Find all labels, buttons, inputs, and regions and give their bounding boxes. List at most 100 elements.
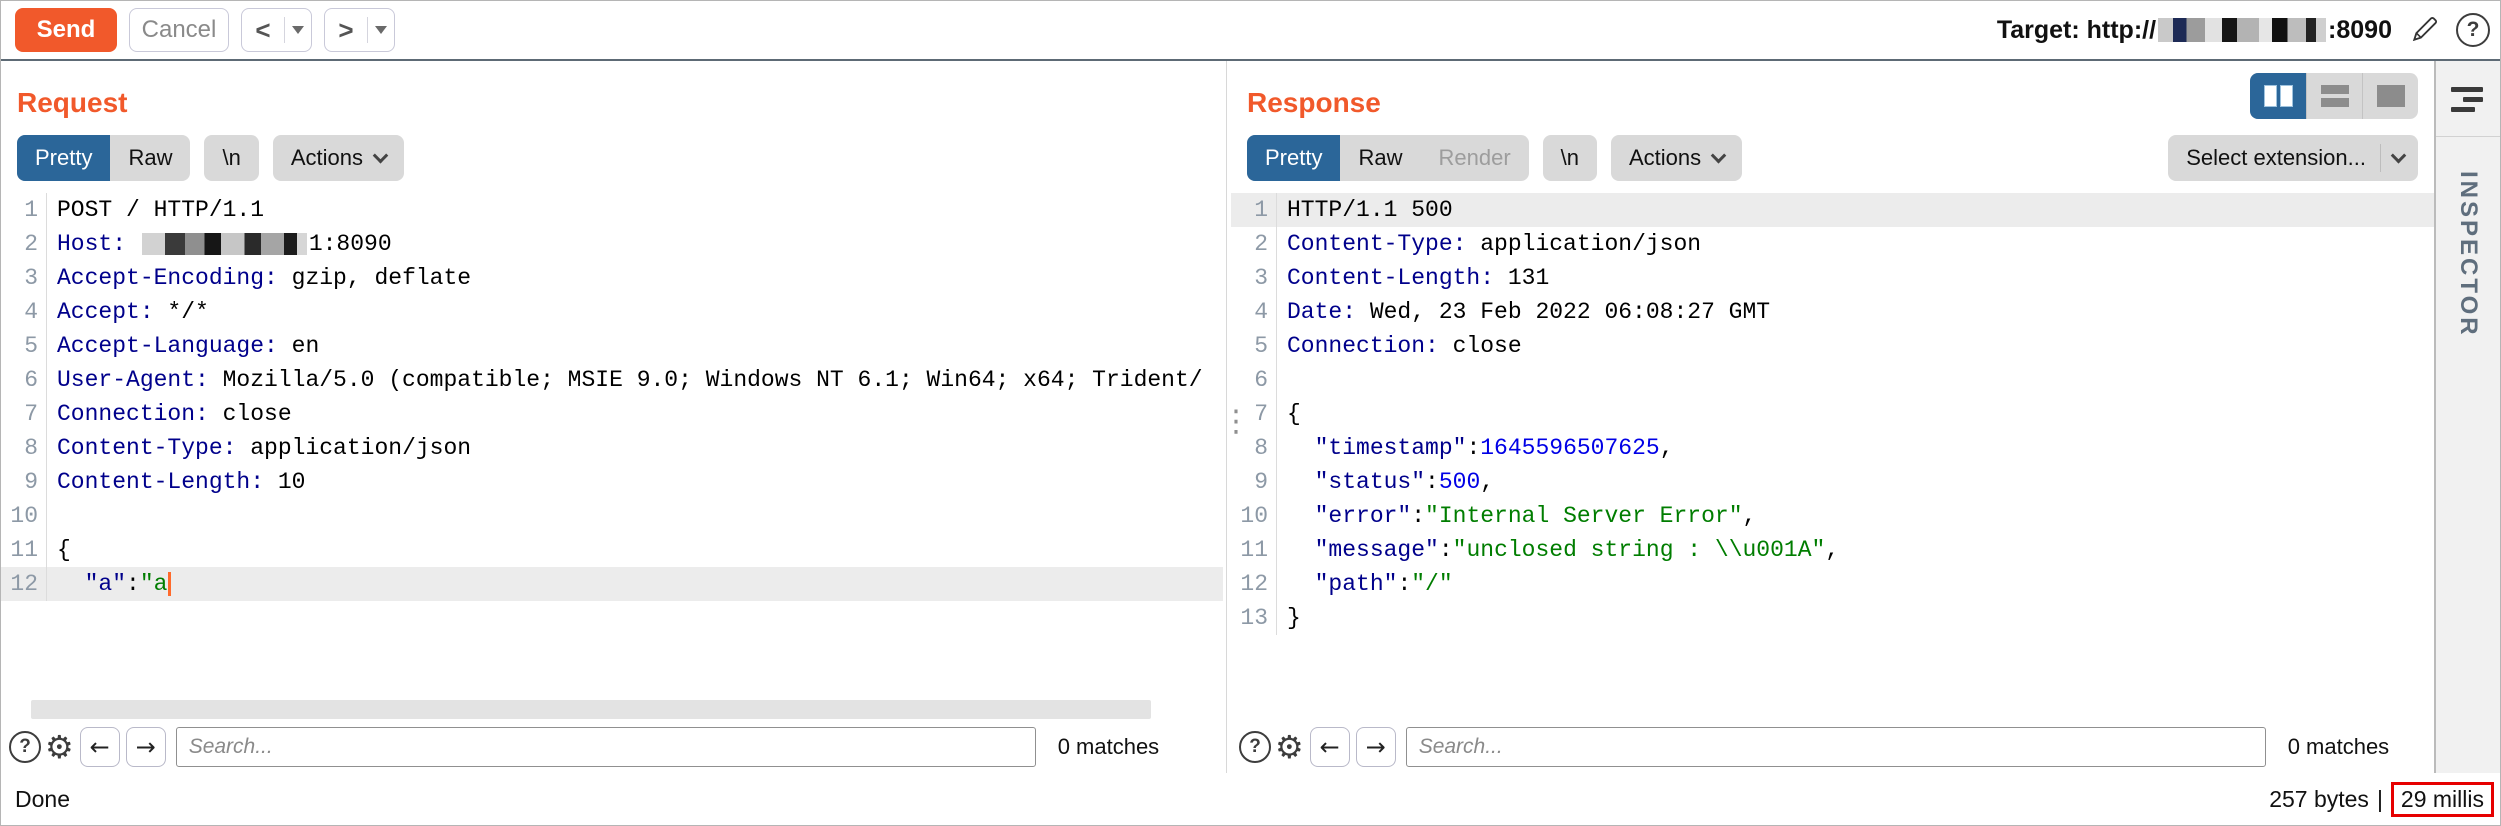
- line-content: POST / HTTP/1.1: [47, 193, 264, 227]
- response-time-annotated: 29 millis: [2391, 782, 2494, 817]
- response-tabs-row: Pretty Raw Render \n Actions Select exte…: [1247, 135, 2418, 181]
- search-next-button[interactable]: →: [126, 727, 166, 767]
- tab-response-raw[interactable]: Raw: [1340, 135, 1420, 181]
- history-back-dropdown-button[interactable]: [285, 9, 311, 51]
- inspector-menu-icon: [2451, 87, 2485, 112]
- line-content: Content-Type: application/json: [47, 431, 471, 465]
- response-editor[interactable]: 1HTTP/1.1 5002Content-Type: application/…: [1231, 193, 2434, 725]
- layout-stacked-button[interactable]: [2306, 73, 2362, 119]
- editor-line: 2Host: 1:8090: [1, 227, 1223, 261]
- editor-line: 6: [1231, 363, 2434, 397]
- response-search-input[interactable]: [1406, 727, 2266, 767]
- send-button[interactable]: Send: [15, 8, 117, 52]
- line-number: 12: [1, 567, 47, 601]
- tab-request-newline[interactable]: \n: [204, 135, 258, 181]
- tab-request-raw[interactable]: Raw: [110, 135, 190, 181]
- history-forward-split-button: >: [324, 8, 395, 52]
- help-icon[interactable]: ?: [2456, 13, 2490, 47]
- chevron-down-icon: [292, 26, 304, 34]
- line-content: "error":"Internal Server Error",: [1277, 499, 1756, 533]
- line-number: 4: [1231, 295, 1277, 329]
- cancel-button[interactable]: Cancel: [129, 8, 229, 52]
- tab-response-pretty[interactable]: Pretty: [1247, 135, 1340, 181]
- response-actions-button[interactable]: Actions: [1611, 135, 1742, 181]
- history-back-button[interactable]: <: [242, 9, 284, 51]
- line-content: [47, 499, 57, 533]
- target-port-label: :8090: [2328, 16, 2392, 45]
- actions-label: Actions: [1629, 145, 1701, 171]
- editor-line: 7Connection: close: [1, 397, 1223, 431]
- editor-line: 10 "error":"Internal Server Error",: [1231, 499, 2434, 533]
- layout-side-by-side-button[interactable]: [2250, 73, 2306, 119]
- request-search-input[interactable]: [176, 727, 1036, 767]
- line-number: 6: [1, 363, 47, 397]
- request-horizontal-scrollbar[interactable]: [31, 700, 1151, 719]
- line-content: "message":"unclosed string : \\u001A",: [1277, 533, 1839, 567]
- line-number: 9: [1, 465, 47, 499]
- line-number: 7: [1, 397, 47, 431]
- line-content: Accept-Encoding: gzip, deflate: [47, 261, 471, 295]
- request-actions-button[interactable]: Actions: [273, 135, 404, 181]
- request-panel: Request Pretty Raw \n Actions 1PO: [1, 61, 1223, 773]
- line-number: 11: [1231, 533, 1277, 567]
- layout-single-button[interactable]: [2362, 73, 2418, 119]
- inspector-tab-label[interactable]: INSPECTOR: [2454, 171, 2482, 338]
- search-settings-gear-icon[interactable]: ⚙: [1275, 731, 1304, 763]
- editor-line: 5Accept-Language: en: [1, 329, 1223, 363]
- line-number: 4: [1, 295, 47, 329]
- line-content: Content-Length: 131: [1277, 261, 1549, 295]
- edit-target-pencil-icon[interactable]: [2410, 12, 2442, 49]
- search-prev-button[interactable]: ←: [80, 727, 120, 767]
- chevron-down-icon: [1711, 147, 1727, 163]
- line-number: 1: [1231, 193, 1277, 227]
- redacted-text: [142, 233, 307, 255]
- editor-line: 6User-Agent: Mozilla/5.0 (compatible; MS…: [1, 363, 1223, 397]
- tab-response-render: Render: [1420, 135, 1528, 181]
- status-text: Done: [15, 786, 70, 813]
- editor-line: 4Date: Wed, 23 Feb 2022 06:08:27 GMT: [1231, 295, 2434, 329]
- search-settings-gear-icon[interactable]: ⚙: [45, 731, 74, 763]
- line-number: 3: [1231, 261, 1277, 295]
- request-view-tab-group: Pretty Raw: [17, 135, 190, 181]
- select-extension-label: Select extension...: [2186, 145, 2366, 171]
- editor-line: 9Content-Length: 10: [1, 465, 1223, 499]
- line-number: 1: [1, 193, 47, 227]
- line-number: 12: [1231, 567, 1277, 601]
- editor-line: 8Content-Type: application/json: [1, 431, 1223, 465]
- response-match-count: 0 matches: [2288, 734, 2390, 760]
- panel-divider: ⋮: [1223, 61, 1231, 773]
- editor-line: 5Connection: close: [1231, 329, 2434, 363]
- response-view-tab-group: Pretty Raw Render: [1247, 135, 1529, 181]
- line-content: Connection: close: [47, 397, 292, 431]
- response-search-row: ? ⚙ ← → 0 matches: [1231, 725, 2434, 773]
- rows-layout-icon: [2321, 85, 2349, 107]
- editor-line: 12 "path":"/": [1231, 567, 2434, 601]
- target-prefix-label: Target: http://: [1997, 16, 2156, 45]
- select-extension-dropdown[interactable]: Select extension...: [2168, 135, 2418, 181]
- search-help-icon[interactable]: ?: [9, 731, 41, 763]
- tab-response-newline[interactable]: \n: [1543, 135, 1597, 181]
- toolbar-right-cluster: Target: http:// :8090 ?: [1997, 12, 2490, 49]
- inspector-separator: [2436, 136, 2500, 137]
- history-forward-dropdown-button[interactable]: [368, 9, 394, 51]
- line-number: 2: [1231, 227, 1277, 261]
- history-forward-button[interactable]: >: [325, 9, 367, 51]
- inspector-sidebar[interactable]: INSPECTOR: [2434, 61, 2500, 773]
- editor-line: 3Content-Length: 131: [1231, 261, 2434, 295]
- editor-line: 9 "status":500,: [1231, 465, 2434, 499]
- search-next-button[interactable]: →: [1356, 727, 1396, 767]
- line-content: {: [1277, 397, 1301, 431]
- response-size: 257 bytes: [2269, 786, 2369, 813]
- line-content: "status":500,: [1277, 465, 1494, 499]
- actions-label: Actions: [291, 145, 363, 171]
- line-number: 2: [1, 227, 47, 261]
- editor-line: 11{: [1, 533, 1223, 567]
- main-area: Request Pretty Raw \n Actions 1PO: [1, 61, 2500, 773]
- request-editor[interactable]: 1POST / HTTP/1.12Host: 1:80903Accept-Enc…: [1, 193, 1223, 725]
- search-help-icon[interactable]: ?: [1239, 731, 1271, 763]
- tab-request-pretty[interactable]: Pretty: [17, 135, 110, 181]
- chevron-down-icon: [2391, 147, 2407, 163]
- line-number: 13: [1231, 601, 1277, 635]
- search-prev-button[interactable]: ←: [1310, 727, 1350, 767]
- editor-line: 1HTTP/1.1 500: [1231, 193, 2434, 227]
